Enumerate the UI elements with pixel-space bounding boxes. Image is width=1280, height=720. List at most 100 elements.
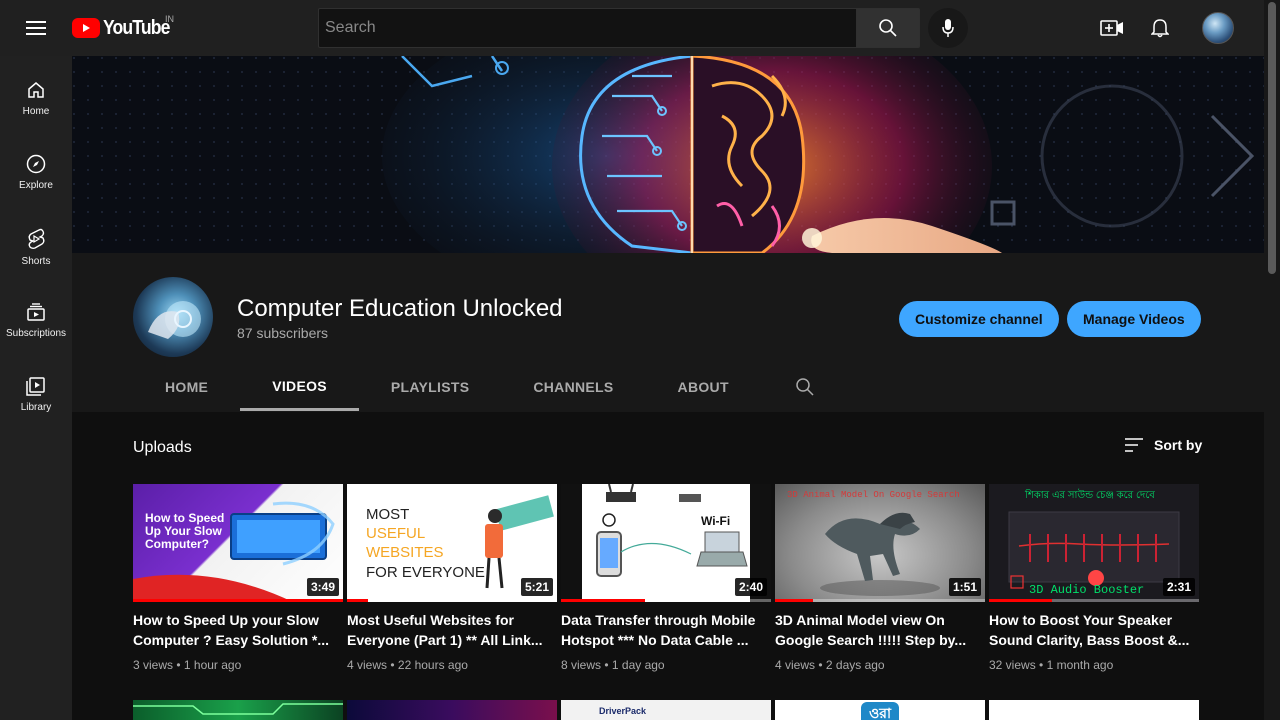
video-card: শিকার এর সাউন্ড চেঞ্জ করে দেবে 3D Audio … xyxy=(989,484,1199,672)
subscriber-count: 87 subscribers xyxy=(237,325,329,341)
view-count: 32 views xyxy=(989,658,1036,672)
view-count: 4 views xyxy=(775,658,816,672)
video-title[interactable]: How to Boost Your Speaker Sound Clarity,… xyxy=(989,610,1199,650)
thumbnail-caption: How to Speed Up Your Slow Computer? xyxy=(145,511,225,551)
sidebar-item-library[interactable]: Library xyxy=(4,360,68,434)
video-thumbnail[interactable] xyxy=(133,700,343,720)
thumbnail-caption-top: শিকার এর সাউন্ড চেঞ্জ করে দেবে xyxy=(1025,490,1155,501)
tab-playlists[interactable]: PLAYLISTS xyxy=(359,363,501,411)
logo-text: YouTube xyxy=(103,16,170,39)
shorts-icon xyxy=(28,228,45,250)
account-avatar[interactable] xyxy=(1202,12,1234,44)
video-thumbnail[interactable] xyxy=(989,700,1199,720)
voice-search-button[interactable] xyxy=(928,8,968,48)
video-meta: 3 views • 1 hour ago xyxy=(133,658,242,672)
robot-avatar-image xyxy=(148,301,201,339)
sidebar-item-label: Shorts xyxy=(21,256,51,267)
upload-time: 22 hours ago xyxy=(397,658,468,672)
home-icon xyxy=(28,82,44,98)
sidebar-item-label: Library xyxy=(20,402,52,413)
video-card: How to Speed Up Your Slow Computer? 3:49… xyxy=(133,484,343,672)
subscriptions-icon xyxy=(27,303,45,321)
video-card: 3D Animal Model On Google Search 1:51 3D… xyxy=(775,484,985,672)
thumbnail-art xyxy=(133,703,343,715)
brain-banner-image xyxy=(72,56,1264,253)
customize-channel-button[interactable]: Customize channel xyxy=(899,301,1059,337)
country-code: IN xyxy=(165,14,174,24)
search-icon xyxy=(879,19,897,37)
video-title[interactable]: How to Speed Up your Slow Computer ? Eas… xyxy=(133,610,343,650)
video-title[interactable]: 3D Animal Model view On Google Search !!… xyxy=(775,610,985,650)
video-thumbnail[interactable]: শিকার এর সাউন্ড চেঞ্জ করে দেবে 3D Audio … xyxy=(989,484,1199,602)
sidebar-item-explore[interactable]: Explore xyxy=(4,138,68,212)
video-duration: 2:40 xyxy=(734,578,767,596)
video-title[interactable]: Data Transfer through Mobile Hotspot ***… xyxy=(561,610,771,650)
hamburger-icon xyxy=(26,21,46,35)
video-duration: 3:49 xyxy=(306,578,339,596)
tab-about[interactable]: ABOUT xyxy=(646,363,761,411)
video-duration: 1:51 xyxy=(948,578,981,596)
thumbnail-caption: ওরা xyxy=(861,702,900,720)
watch-progress xyxy=(989,599,1052,602)
sidebar-item-shorts[interactable]: Shorts xyxy=(4,212,68,286)
sidebar-item-label: Home xyxy=(22,106,50,117)
thumbnail-caption-bottom: 3D Audio Booster xyxy=(1029,583,1145,597)
top-bar: YouTube IN xyxy=(0,0,1280,56)
sidebar-item-label: Explore xyxy=(19,180,53,191)
sidebar-item-label: Subscriptions xyxy=(5,328,67,339)
view-count: 4 views xyxy=(347,658,388,672)
scrollbar-thumb[interactable] xyxy=(1268,2,1276,274)
sort-by-button[interactable]: Sort by xyxy=(1124,437,1202,453)
notifications-button[interactable] xyxy=(1140,8,1180,48)
video-meta: 4 views • 2 days ago xyxy=(775,658,885,672)
sidebar: Home Explore Shorts Subscriptions Librar… xyxy=(0,56,72,720)
bell-icon xyxy=(1151,19,1169,38)
progress-track xyxy=(347,599,557,602)
video-card: Wi-Fi 2:40 Data Transfer through Mobile … xyxy=(561,484,771,672)
thumbnail-caption-3: WEBSITES xyxy=(366,544,444,561)
video-thumbnail[interactable]: MOST USEFUL WEBSITES FOR EVERYONE 5:21 xyxy=(347,484,557,602)
thumbnail-caption: DriverPack xyxy=(599,706,647,716)
create-video-button[interactable] xyxy=(1092,8,1132,48)
youtube-logo[interactable]: YouTube xyxy=(72,16,179,40)
video-thumbnail[interactable]: DriverPack xyxy=(561,700,771,720)
page-scrollbar[interactable] xyxy=(1264,0,1280,720)
video-thumbnail[interactable]: 3D Animal Model On Google Search 1:51 xyxy=(775,484,985,602)
upload-time: 2 days ago xyxy=(825,658,885,672)
channel-avatar[interactable] xyxy=(133,277,213,357)
channel-banner xyxy=(72,56,1264,253)
manage-videos-button[interactable]: Manage Videos xyxy=(1067,301,1201,337)
tab-videos[interactable]: VIDEOS xyxy=(240,363,359,411)
compass-icon xyxy=(26,154,46,174)
video-title[interactable]: Most Useful Websites for Everyone (Part … xyxy=(347,610,557,650)
library-icon xyxy=(26,377,45,396)
microphone-icon xyxy=(942,19,954,37)
thumbnail-caption-4: FOR EVERYONE xyxy=(366,564,485,581)
channel-search-button[interactable] xyxy=(781,363,829,411)
menu-button[interactable] xyxy=(16,8,56,48)
sidebar-item-subscriptions[interactable]: Subscriptions xyxy=(4,286,68,360)
search-button[interactable] xyxy=(856,8,920,48)
youtube-play-icon xyxy=(72,18,100,38)
watch-progress xyxy=(133,599,343,602)
video-meta: 32 views • 1 month ago xyxy=(989,658,1114,672)
upload-time: 1 hour ago xyxy=(183,658,242,672)
watch-progress xyxy=(347,599,368,602)
video-thumbnail[interactable] xyxy=(347,700,557,720)
search-input[interactable] xyxy=(325,19,850,37)
tab-channels[interactable]: CHANNELS xyxy=(501,363,645,411)
video-plus-icon xyxy=(1100,20,1123,36)
sort-icon xyxy=(1125,438,1143,452)
thumbnail-caption: Wi-Fi xyxy=(701,514,731,528)
video-meta: 4 views • 22 hours ago xyxy=(347,658,468,672)
watch-progress xyxy=(775,599,813,602)
view-count: 8 views xyxy=(561,658,602,672)
video-thumbnail[interactable]: ওরা xyxy=(775,700,985,720)
video-thumbnail[interactable]: Wi-Fi 2:40 xyxy=(561,484,771,602)
uploads-title: Uploads xyxy=(133,439,192,456)
tab-home[interactable]: HOME xyxy=(133,363,240,411)
video-thumbnail[interactable]: How to Speed Up Your Slow Computer? 3:49 xyxy=(133,484,343,602)
upload-time: 1 month ago xyxy=(1046,658,1114,672)
sidebar-item-home[interactable]: Home xyxy=(4,64,68,138)
channel-tabs: HOME VIDEOS PLAYLISTS CHANNELS ABOUT xyxy=(133,363,829,411)
